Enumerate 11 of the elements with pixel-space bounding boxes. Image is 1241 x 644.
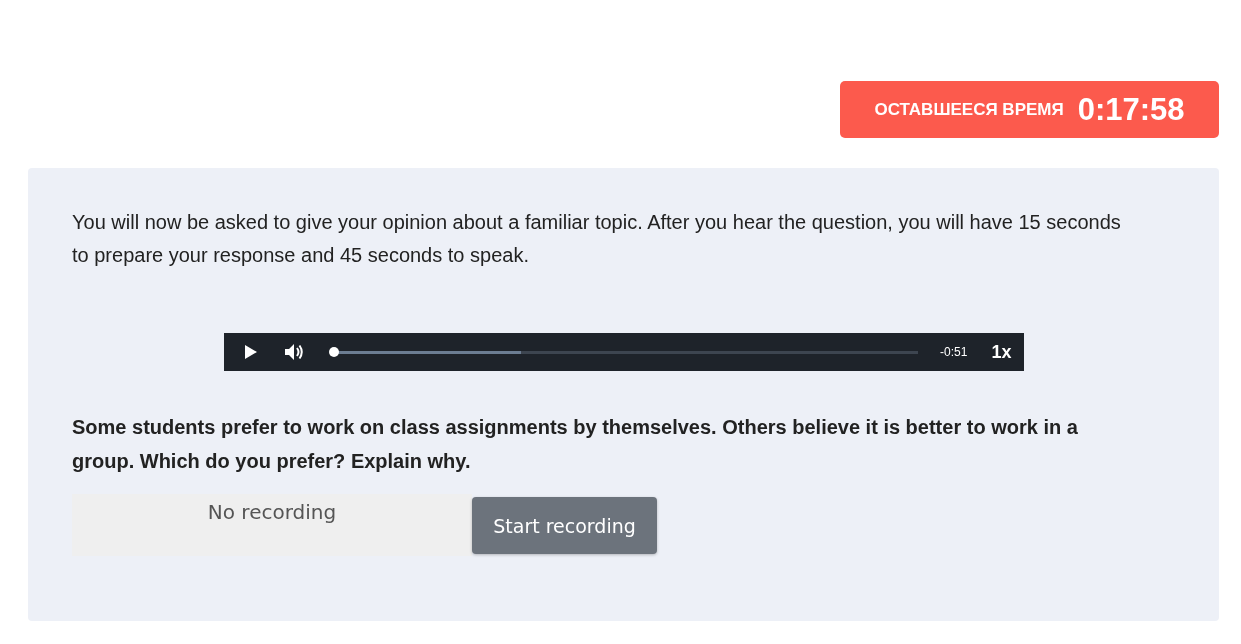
timer-value: 0:17:58 — [1077, 91, 1185, 128]
time-remaining: -0:51 — [940, 345, 968, 359]
speed-button[interactable]: 1x — [991, 341, 1012, 363]
progress-thumb[interactable] — [328, 347, 339, 357]
start-recording-button[interactable]: Start recording — [472, 497, 657, 554]
instructions-text: You will now be asked to give your opinion about a familiar topic. After you hear the question, you will have 15 seconds to prepare your response and 45 seconds to speak. — [72, 210, 1122, 268]
volume-icon[interactable] — [283, 343, 304, 361]
recording-status: No recording — [207, 500, 337, 526]
timer-label: ОСТАВШЕЕСЯ ВРЕМЯ — [874, 99, 1064, 120]
play-icon[interactable] — [243, 344, 258, 360]
question-text: Some students prefer to work on class assignments by themselves. Others believe it is better to work in a group. Which do you prefer? Explain why. — [72, 415, 1079, 474]
